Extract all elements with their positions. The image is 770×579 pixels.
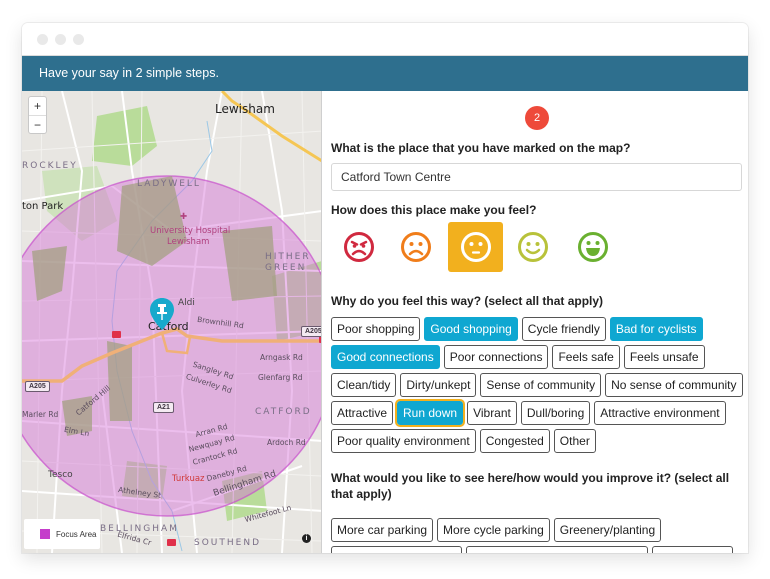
map-label-glenfarg-rd: Glenfarg Rd [258, 373, 303, 382]
improvements-tag-group: More car parking More cycle parking Greene… [331, 518, 743, 553]
browser-window: Have your say in 2 simple steps. + − Lew… [22, 23, 748, 553]
improvement-tag-more-car-parking[interactable]: More car parking [331, 518, 434, 542]
map-label-southend: SOUTHEND [194, 538, 261, 548]
reason-tag-good-shopping[interactable]: Good shopping [424, 317, 518, 341]
reason-tag-feels-safe[interactable]: Feels safe [552, 345, 620, 369]
reason-tag-other[interactable]: Other [553, 429, 596, 453]
place-name-input[interactable] [331, 163, 742, 191]
map-label-green: GREEN [265, 263, 307, 273]
reason-tag-dull-boring[interactable]: Dull/boring [520, 401, 591, 425]
map-label-hilly-fields-park: ton Park [22, 201, 64, 212]
map-label-arngask-rd: Arngask Rd [260, 353, 303, 362]
window-maximize-dot[interactable] [73, 34, 84, 45]
improvement-tag-greenery-planting[interactable]: Greenery/planting [553, 518, 662, 542]
map-label-marler-rd: Marler Rd [22, 410, 59, 419]
question-reasons-label: Why do you feel this way? (select all th… [331, 294, 604, 308]
reason-tag-no-sense-of-community[interactable]: No sense of community [605, 373, 743, 397]
face-unhappy-button[interactable] [388, 222, 443, 272]
map-label-hospital: University Hospital [150, 226, 231, 236]
reason-tag-attractive[interactable]: Attractive [331, 401, 394, 425]
reason-tag-congested[interactable]: Congested [479, 429, 550, 453]
legend-label: Focus Area [56, 529, 97, 539]
window-titlebar [22, 23, 748, 56]
reason-tag-good-connections[interactable]: Good connections [331, 345, 440, 369]
window-close-dot[interactable] [37, 34, 48, 45]
reason-tag-poor-shopping[interactable]: Poor shopping [331, 317, 421, 341]
angry-face-icon [343, 232, 374, 262]
improvement-tag-more-seating[interactable]: More seating [651, 546, 734, 553]
map-label-tesco: Tesco [48, 470, 73, 480]
face-happy-button[interactable] [505, 222, 560, 272]
map-label-ardoch-rd: Ardoch Rd [267, 438, 306, 447]
map-label-catford-area: CATFORD [255, 407, 312, 417]
header-banner: Have your say in 2 simple steps. [22, 56, 748, 91]
window-minimize-dot[interactable] [55, 34, 66, 45]
map-zoom-control: + − [28, 96, 47, 134]
legend-swatch [40, 529, 50, 539]
face-very-happy-button[interactable] [565, 222, 620, 272]
reason-tag-attractive-environment[interactable]: Attractive environment [594, 401, 726, 425]
form-panel: 2 What is the place that you have marked… [323, 91, 748, 553]
grin-face-icon [577, 232, 608, 262]
reason-tag-poor-quality-environment[interactable]: Poor quality environment [331, 429, 476, 453]
map-label-ladywell: LADYWELL [137, 179, 201, 189]
improvement-tag-more-cycle-parking[interactable]: More cycle parking [437, 518, 550, 542]
map-label-lewisham: Lewisham [215, 102, 275, 116]
improvement-tag-better-pavements-and-footpaths[interactable]: Better pavements and footpaths [465, 546, 648, 553]
map-label-bellingham: BELLINGHAM [100, 524, 179, 534]
hospital-icon: ✚ [180, 212, 188, 222]
face-neutral-button[interactable] [448, 222, 503, 272]
reason-tag-cycle-friendly[interactable]: Cycle friendly [521, 317, 606, 341]
reason-tag-poor-connections[interactable]: Poor connections [443, 345, 549, 369]
reason-tag-feels-unsafe[interactable]: Feels unsafe [623, 345, 705, 369]
neutral-face-icon [460, 232, 491, 262]
smile-face-icon [517, 232, 548, 262]
sad-face-icon [400, 232, 431, 262]
road-badge-a205-west: A205 [25, 381, 50, 392]
reason-tag-sense-of-community[interactable]: Sense of community [480, 373, 602, 397]
info-icon[interactable]: i [302, 534, 311, 543]
reason-tag-dirty-unkept[interactable]: Dirty/unkept [400, 373, 477, 397]
map-pin-icon[interactable] [149, 297, 175, 331]
question-feeling-label: How does this place make you feel? [331, 203, 537, 217]
reason-tag-bad-for-cyclists[interactable]: Bad for cyclists [609, 317, 703, 341]
road-badge-a21: A21 [153, 402, 174, 413]
map-label-turkuaz: Turkuaz [172, 474, 205, 484]
zoom-out-button[interactable]: − [29, 115, 46, 133]
map-label-aldi: Aldi [178, 298, 195, 308]
map-label-hither: HITHER [265, 252, 311, 262]
reason-tag-clean-tidy[interactable]: Clean/tidy [331, 373, 397, 397]
road-badge-a205-east: A205 [301, 326, 321, 337]
map-panel[interactable]: + − Lewisham ROCKLEY LADYWELL ton Park ✚… [22, 91, 322, 553]
map-label-brockley: ROCKLEY [22, 161, 78, 171]
reason-tag-run-down[interactable]: Run down [395, 399, 466, 427]
improvement-tag-places-to-eat-socialise[interactable]: Places to eat/socialise [331, 546, 462, 553]
zoom-in-button[interactable]: + [29, 97, 46, 115]
step-badge: 2 [525, 106, 549, 130]
reason-tag-vibrant[interactable]: Vibrant [467, 401, 517, 425]
question-place-label: What is the place that you have marked o… [331, 141, 631, 155]
face-very-unhappy-button[interactable] [331, 222, 386, 272]
reasons-tag-group: Poor shopping Good shopping Cycle friendly… [331, 317, 743, 453]
map-label-hospital-2: Lewisham [167, 237, 210, 247]
map-legend: Focus Area [24, 519, 100, 549]
question-improvements-label: What would you like to see here/how woul… [331, 471, 730, 501]
